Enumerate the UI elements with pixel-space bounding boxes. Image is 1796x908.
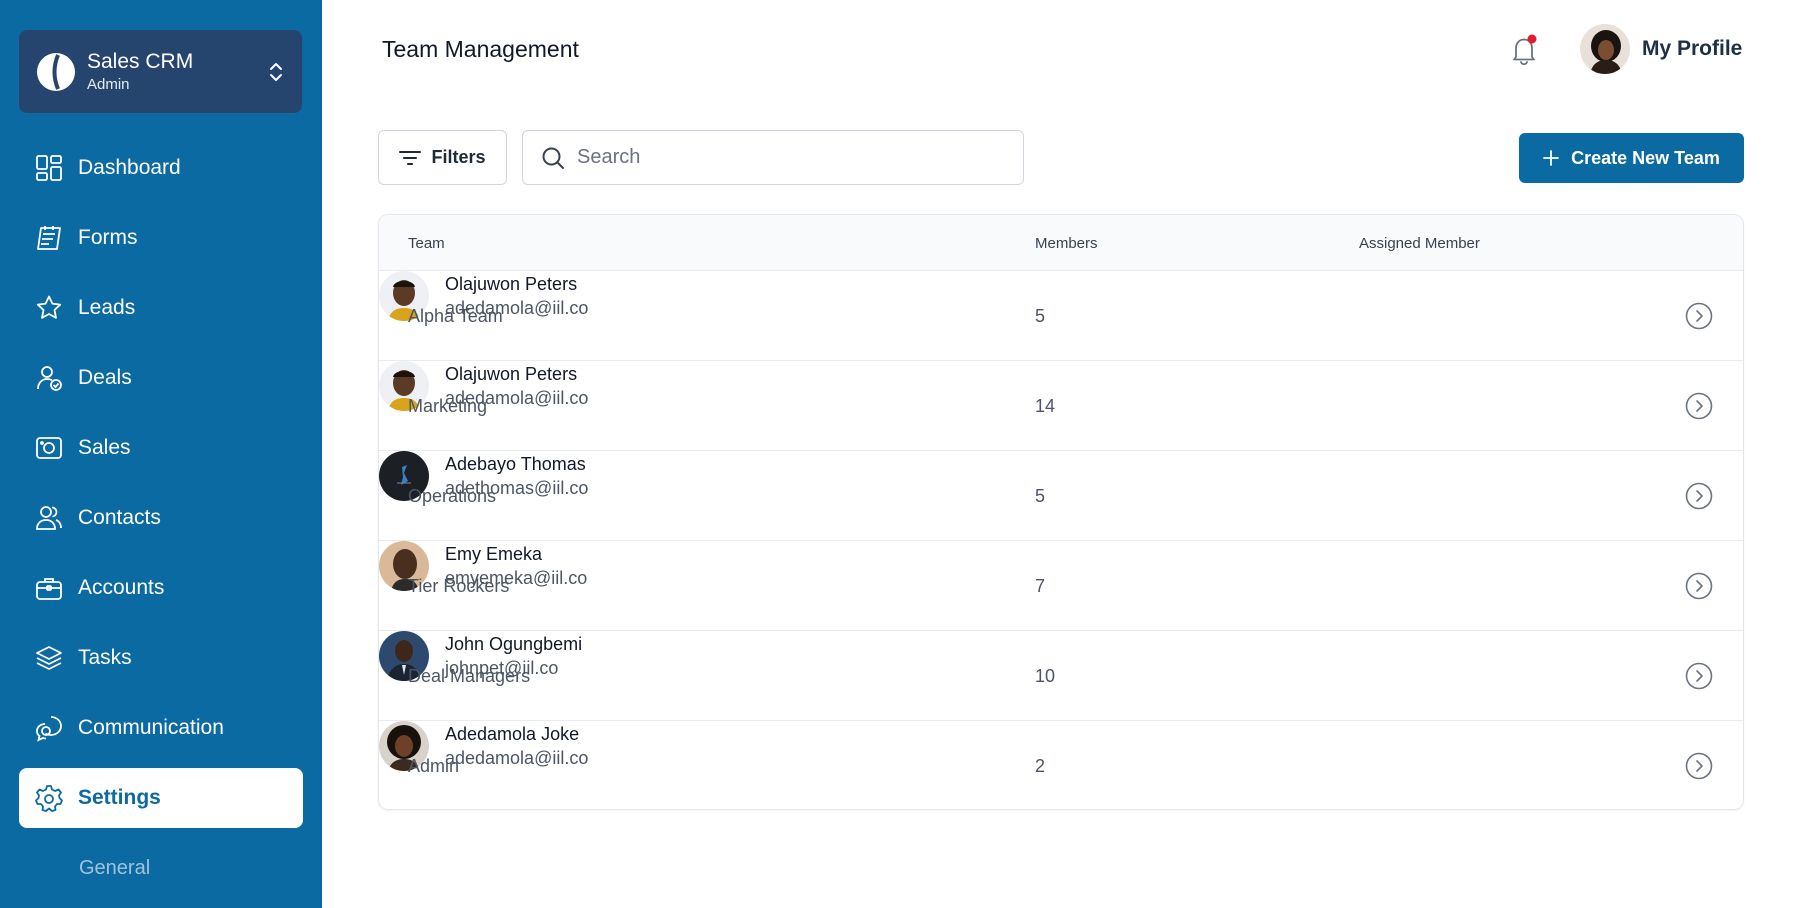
- forms-icon: [34, 223, 64, 253]
- sidebar-item-label: Accounts: [78, 576, 165, 599]
- sidebar-item-label: Dashboard: [78, 156, 181, 179]
- filters-label: Filters: [431, 147, 486, 167]
- member-email: adedamola@iil.co: [445, 748, 589, 768]
- create-new-team-label: Create New Team: [1571, 147, 1720, 168]
- sidebar-item-forms[interactable]: Forms: [19, 208, 303, 268]
- search-box: [522, 130, 1024, 185]
- avatar: [1580, 24, 1630, 74]
- member-count: 5: [1035, 306, 1046, 326]
- sidebar-item-label: Sales: [78, 436, 131, 459]
- profile-menu[interactable]: My Profile: [1580, 24, 1742, 74]
- team-name: Tier Rockers: [408, 576, 510, 596]
- sidebar-item-label: Deals: [78, 366, 132, 389]
- chevron-right-circle-icon[interactable]: [1685, 482, 1713, 510]
- assigned-member: Adebayo Thomas adethomas@iil.co: [379, 451, 1743, 501]
- member-name: Olajuwon Peters: [445, 364, 578, 384]
- team-name: Operations: [408, 486, 497, 506]
- create-new-team-button[interactable]: Create New Team: [1519, 133, 1744, 183]
- column-header-team: Team: [408, 235, 445, 252]
- brand-logo-icon: [37, 52, 75, 91]
- user-check-icon: [34, 363, 64, 393]
- search-icon: [542, 147, 564, 169]
- chevron-right-circle-icon[interactable]: [1685, 662, 1713, 690]
- org-switcher[interactable]: Sales CRM Admin: [19, 30, 302, 113]
- teams-table: Team Members Assigned Member Alpha Team …: [378, 214, 1744, 810]
- sidebar-item-label: Forms: [78, 226, 138, 249]
- chat-icon: [34, 713, 64, 743]
- notification-dot: [1527, 34, 1537, 44]
- layers-icon: [34, 643, 64, 673]
- sidebar-item-label: Communication: [78, 716, 224, 739]
- assigned-member: Adedamola Joke adedamola@iil.co: [379, 721, 1743, 771]
- member-count: 7: [1035, 576, 1046, 596]
- sidebar-item-deals[interactable]: Deals: [19, 348, 303, 408]
- table-row[interactable]: Tier Rockers 7 Emy Emeka emyemeka@iil.co: [379, 541, 1743, 631]
- member-name: Emy Emeka: [445, 544, 543, 564]
- column-header-members: Members: [1035, 235, 1098, 252]
- table-row[interactable]: Operations 5 Adebayo Thomas adethomas@ii…: [379, 451, 1743, 541]
- assigned-member: Emy Emeka emyemeka@iil.co: [379, 541, 1743, 591]
- sidebar-item-label: Settings: [78, 786, 161, 809]
- sidebar-item-communication[interactable]: Communication: [19, 698, 303, 758]
- filters-button[interactable]: Filters: [378, 130, 507, 185]
- briefcase-icon: [34, 573, 64, 603]
- search-input[interactable]: [577, 146, 997, 169]
- sidebar-item-accounts[interactable]: Accounts: [19, 558, 303, 618]
- member-count: 2: [1035, 756, 1046, 776]
- sidebar-item-leads[interactable]: Leads: [19, 278, 303, 338]
- sidebar-item-sales[interactable]: Sales: [19, 418, 303, 478]
- profile-label: My Profile: [1642, 37, 1743, 60]
- table-row[interactable]: Deal Managers 10 John Ogungbemi johnpet@…: [379, 631, 1743, 721]
- table-row[interactable]: Alpha Team 5 Olajuwon Peters adedamola@i…: [379, 271, 1743, 361]
- sidebar-item-contacts[interactable]: Contacts: [19, 488, 303, 548]
- table-header: Team Members Assigned Member: [379, 215, 1743, 271]
- sidebar-item-tasks[interactable]: Tasks: [19, 628, 303, 688]
- chevron-right-circle-icon[interactable]: [1685, 752, 1713, 780]
- assigned-member: Olajuwon Peters adedamola@iil.co: [379, 271, 1743, 321]
- gear-icon: [34, 783, 64, 813]
- page-title: Team Management: [382, 36, 579, 62]
- team-name: Admin: [408, 756, 460, 776]
- chevron-right-circle-icon[interactable]: [1685, 572, 1713, 600]
- sidebar-subitem-general[interactable]: General: [79, 857, 150, 880]
- users-icon: [34, 503, 64, 533]
- table-row[interactable]: Admin 2 Adedamola Joke adedamola@iil.co: [379, 721, 1743, 809]
- sidebar-item-settings[interactable]: Settings: [19, 768, 303, 828]
- sidebar-item-label: Leads: [78, 296, 136, 319]
- sidebar-item-label: Tasks: [78, 646, 132, 669]
- chevron-right-circle-icon[interactable]: [1685, 392, 1713, 420]
- member-count: 14: [1035, 396, 1056, 416]
- filter-icon: [399, 150, 422, 165]
- member-name: Adedamola Joke: [445, 724, 580, 744]
- bell-icon[interactable]: [1508, 33, 1540, 67]
- plus-icon: [1543, 150, 1560, 166]
- chevron-right-circle-icon[interactable]: [1685, 302, 1713, 330]
- sidebar: Sales CRM Admin Dashboard Forms Leads De…: [0, 0, 322, 908]
- member-count: 10: [1035, 666, 1056, 686]
- team-name: Alpha Team: [408, 306, 503, 326]
- star-icon: [34, 293, 64, 323]
- sidebar-item-dashboard[interactable]: Dashboard: [19, 138, 303, 198]
- assigned-member: John Ogungbemi johnpet@iil.co: [379, 631, 1743, 681]
- sidebar-nav: Dashboard Forms Leads Deals Sales Contac…: [0, 138, 322, 838]
- member-name: Olajuwon Peters: [445, 274, 578, 294]
- table-row[interactable]: Marketing 14 Olajuwon Peters adedamola@i…: [379, 361, 1743, 451]
- camera-icon: [34, 433, 64, 463]
- column-header-assigned: Assigned Member: [1359, 235, 1480, 252]
- member-name: Adebayo Thomas: [445, 454, 586, 474]
- team-name: Marketing: [408, 396, 488, 416]
- org-name: Sales CRM: [87, 49, 194, 73]
- assigned-member: Olajuwon Peters adedamola@iil.co: [379, 361, 1743, 411]
- dashboard-icon: [34, 153, 64, 183]
- chevron-updown-icon: [270, 62, 282, 81]
- org-role: Admin: [87, 75, 130, 93]
- member-name: John Ogungbemi: [445, 634, 583, 654]
- sidebar-item-label: Contacts: [78, 506, 161, 529]
- member-count: 5: [1035, 486, 1046, 506]
- team-name: Deal Managers: [408, 666, 531, 686]
